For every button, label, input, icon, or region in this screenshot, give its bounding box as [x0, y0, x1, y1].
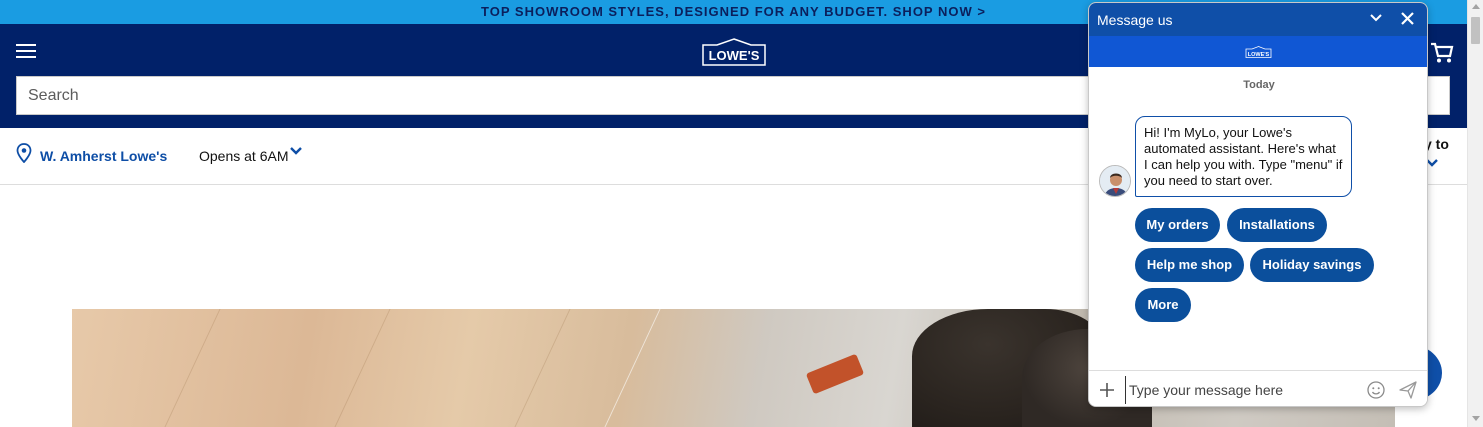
quick-reply-more[interactable]: More	[1135, 288, 1191, 322]
emoji-icon[interactable]	[1367, 381, 1385, 399]
minimize-chevron-icon[interactable]	[1369, 13, 1383, 23]
assistant-message-bubble: Hi! I'm MyLo, your Lowe's automated assi…	[1135, 116, 1352, 197]
chat-title-bar: Message us	[1089, 3, 1427, 36]
store-hours[interactable]: Opens at 6AM	[199, 148, 289, 164]
lowes-logo[interactable]: LOWE'S	[701, 38, 767, 66]
page-scrollbar[interactable]	[1467, 0, 1483, 427]
promo-text[interactable]: TOP SHOWROOM STYLES, DESIGNED FOR ANY BU…	[481, 4, 986, 19]
tool-shape	[805, 353, 865, 395]
attach-plus-icon[interactable]	[1099, 382, 1115, 398]
chat-lowes-logo: LOWE'S	[1245, 46, 1272, 58]
scroll-thumb[interactable]	[1471, 17, 1480, 44]
location-pin-icon	[16, 143, 32, 163]
quick-reply-holiday-savings[interactable]: Holiday savings	[1250, 248, 1374, 282]
quick-reply-help-me-shop[interactable]: Help me shop	[1135, 248, 1244, 282]
quick-reply-installations[interactable]: Installations	[1227, 208, 1327, 242]
assistant-avatar-icon	[1100, 166, 1130, 196]
assistant-message-text: Hi! I'm MyLo, your Lowe's automated assi…	[1144, 125, 1343, 188]
chat-message-input[interactable]	[1125, 376, 1355, 404]
avatar	[1099, 165, 1131, 197]
send-icon[interactable]	[1399, 381, 1417, 399]
logo-text: LOWE'S	[709, 48, 760, 63]
chevron-down-icon[interactable]	[290, 146, 302, 156]
scroll-down-icon[interactable]	[1472, 416, 1480, 421]
quick-reply-my-orders[interactable]: My orders	[1135, 208, 1220, 242]
close-icon[interactable]	[1401, 12, 1414, 25]
cart-icon[interactable]	[1430, 42, 1454, 64]
chat-input-bar	[1089, 370, 1427, 406]
page: TOP SHOWROOM STYLES, DESIGNED FOR ANY BU…	[0, 0, 1483, 427]
store-name-link[interactable]: W. Amherst Lowe's	[40, 148, 167, 164]
chat-title: Message us	[1097, 12, 1173, 28]
chat-window: Message us LOWE'S Today Hi! I'm MyLo, yo…	[1088, 2, 1428, 407]
chat-brand-bar: LOWE'S	[1089, 36, 1427, 67]
scroll-up-icon[interactable]	[1472, 4, 1480, 9]
menu-icon[interactable]	[16, 44, 38, 60]
chat-date-label: Today	[1243, 79, 1275, 91]
chat-logo-text: LOWE'S	[1248, 52, 1270, 58]
